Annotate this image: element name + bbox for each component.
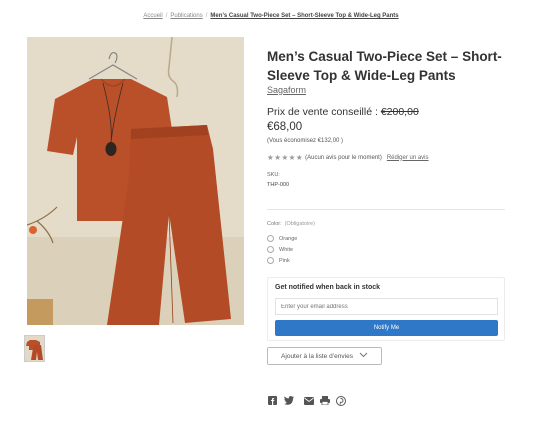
rating-row: ★★★★★ (Aucun avis pour le moment) Rédige… [267,153,429,162]
write-review-link[interactable]: Rédiger un avis [387,155,429,161]
color-option-pink[interactable]: Pink [267,257,290,264]
email-input[interactable] [275,298,498,315]
breadcrumb: Accueil / Publications / Men’s Casual Two-Pi… [0,13,542,19]
notify-me-button[interactable]: Notify Me [275,320,498,336]
facebook-icon[interactable] [267,395,278,406]
breadcrumb-publications-link[interactable]: Publications [170,13,202,19]
color-option-label-orange: Orange [279,235,298,242]
share-icons [267,395,351,406]
notify-stock-panel: Get notified when back in stock Notify M… [267,277,505,341]
rrp-value: €200,00 [380,106,419,118]
rating-text: (Aucun avis pour le moment) [305,154,382,161]
radio-button[interactable] [267,257,274,264]
color-label-text: Color: [267,221,282,227]
radio-button[interactable] [267,235,274,242]
twitter-icon[interactable] [283,395,294,406]
pinterest-icon[interactable] [335,395,346,406]
color-option-label-white: White [279,246,294,253]
breadcrumb-separator: / [205,13,208,19]
chevron-down-icon [359,352,368,360]
product-photo [27,37,244,325]
rrp-label: Prix de vente conseillé : [267,106,378,118]
current-price: €68,00 [267,121,303,133]
breadcrumb-separator: / [165,13,168,19]
notify-title: Get notified when back in stock [275,284,381,291]
print-icon[interactable] [319,395,330,406]
wishlist-label: Ajouter à la liste d’envies [281,352,353,360]
savings-text: (Vous économisez €132,00 ) [267,138,344,144]
color-option-white[interactable]: White [267,246,293,253]
breadcrumb-current-link[interactable]: Men’s Casual Two-Piece Set – Short-Sleev… [210,13,398,19]
divider [267,209,505,210]
breadcrumb-home-link[interactable]: Accueil [143,13,162,19]
required-marker: (Obligatoire) [284,221,315,227]
sku-value: THP-000 [267,182,290,188]
color-option-label: Color: (Obligatoire) [267,221,315,227]
color-option-orange[interactable]: Orange [267,235,297,242]
thumbnail-photo [25,336,44,361]
product-title: Men’s Casual Two-Piece Set – Short-Sleev… [267,49,502,83]
radio-button[interactable] [267,246,274,253]
email-icon[interactable] [303,395,314,406]
product-thumbnail[interactable] [24,335,45,362]
brand-link[interactable]: Sagaform [267,85,306,95]
rrp-price: Prix de vente conseillé : €200,00 [267,106,419,118]
add-to-wishlist-button[interactable]: Ajouter à la liste d’envies [267,347,382,365]
sku-label: SKU: [267,172,280,178]
star-rating-icon: ★★★★★ [267,153,304,162]
color-option-label-pink: Pink [279,257,290,264]
product-main-image[interactable] [27,37,244,325]
